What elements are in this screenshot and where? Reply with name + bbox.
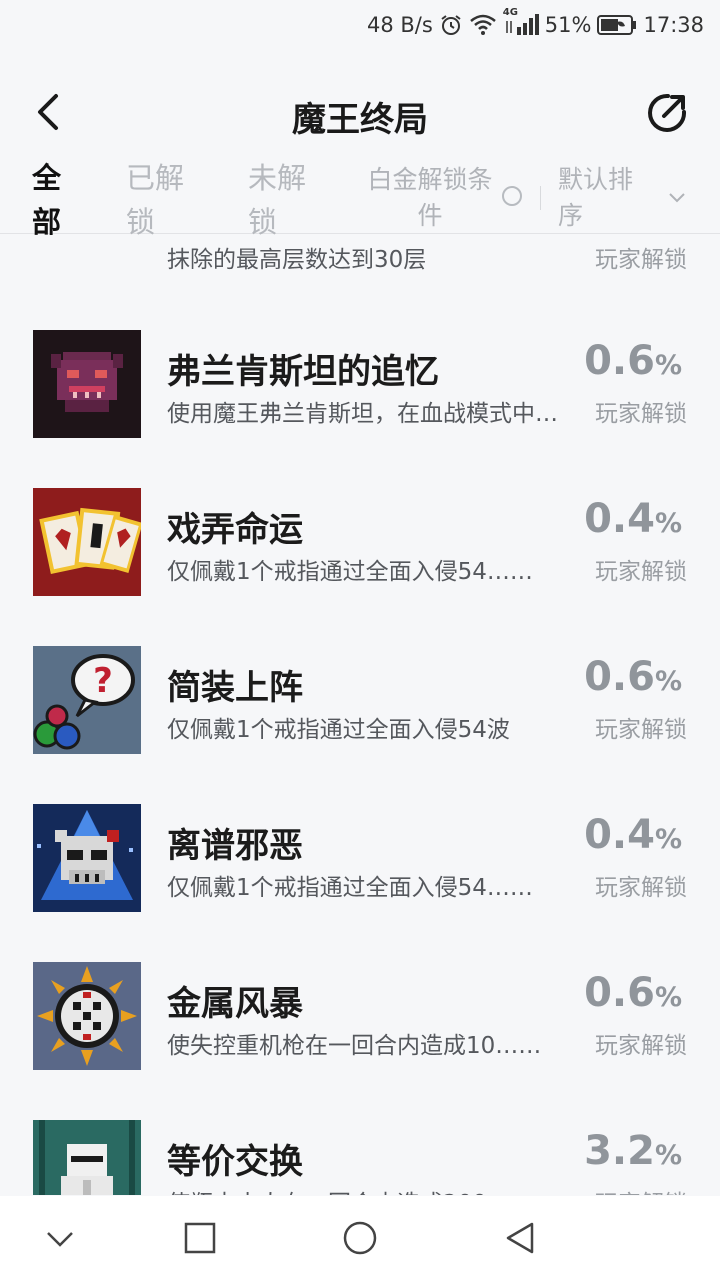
battery-icon xyxy=(597,15,637,35)
list-item[interactable]: 金属风暴 使失控重机枪在一回合内造成10…… 0.6% 玩家解锁 xyxy=(0,962,720,1120)
share-icon[interactable] xyxy=(646,92,688,134)
list-item[interactable]: 抹除的最高层数达到30层 玩家解锁 xyxy=(0,235,720,280)
network-speed: 48 B/s xyxy=(366,13,433,37)
recent-apps-icon[interactable] xyxy=(182,1220,218,1256)
app-header: 魔王终局 xyxy=(0,80,720,146)
signal-icon: 4G xyxy=(503,7,539,37)
cards-icon xyxy=(33,488,141,596)
unlock-percent: 0.4% xyxy=(584,496,682,542)
back-triangle-icon[interactable] xyxy=(502,1220,538,1256)
home-icon[interactable] xyxy=(342,1220,378,1256)
system-nav-bar xyxy=(0,1196,720,1280)
question-bubble-icon: ? xyxy=(33,646,141,754)
clock: 17:38 xyxy=(643,13,704,37)
platinum-filter-label[interactable]: 白金解锁条件 xyxy=(364,162,496,234)
achievement-description: 仅佩戴1个戒指通过全面入侵54…… xyxy=(167,875,533,901)
achievement-name: 等价交换 xyxy=(167,1142,303,1182)
sort-dropdown[interactable]: 默认排序 xyxy=(558,162,642,234)
achievement-name: 简装上阵 xyxy=(167,668,303,708)
ghost-figure-icon xyxy=(33,1120,141,1195)
list-item[interactable]: 戏弄命运 仅佩戴1个戒指通过全面入侵54…… 0.4% 玩家解锁 xyxy=(0,488,720,646)
divider xyxy=(540,186,541,210)
achievement-description: 使失控重机枪在一回合内造成10…… xyxy=(167,1033,542,1059)
unlock-percent: 0.6% xyxy=(584,654,682,700)
achievement-name: 金属风暴 xyxy=(167,984,303,1024)
svg-text:?: ? xyxy=(93,661,113,701)
unlock-label: 玩家解锁 xyxy=(595,875,687,901)
list-item[interactable]: 弗兰肯斯坦的追忆 使用魔王弗兰肯斯坦，在血战模式中…… 0.6% 玩家解锁 xyxy=(0,330,720,488)
unlock-percent: 0.4% xyxy=(584,812,682,858)
wifi-icon xyxy=(469,14,496,35)
achievement-description: 仅佩戴1个戒指通过全面入侵54…… xyxy=(167,559,533,585)
achievement-name: 离谱邪恶 xyxy=(167,826,303,866)
unlock-label: 玩家解锁 xyxy=(595,1033,687,1059)
achievement-description: 抹除的最高层数达到30层 xyxy=(167,247,427,273)
unlock-label: 玩家解锁 xyxy=(595,401,687,427)
unlock-label: 玩家解锁 xyxy=(595,717,687,743)
achievement-description: 使用魔王弗兰肯斯坦，在血战模式中…… xyxy=(167,401,562,427)
list-item[interactable]: 离谱邪恶 仅佩戴1个戒指通过全面入侵54…… 0.4% 玩家解锁 xyxy=(0,804,720,962)
achievement-description: 仅佩戴1个戒指通过全面入侵54波 xyxy=(167,717,510,743)
status-bar: 48 B/s 4G 51% 17:38 xyxy=(0,0,720,50)
tab-unlocked[interactable]: 已解锁 xyxy=(126,156,188,244)
unlock-label: 玩家解锁 xyxy=(595,247,687,273)
page-title: 魔王终局 xyxy=(292,100,428,140)
list-item[interactable]: 等价交换 使瓶中小人在一回合内造成200…… 3.2% 玩家解锁 xyxy=(0,1120,720,1195)
tab-locked[interactable]: 未解锁 xyxy=(248,156,310,244)
platinum-filter-toggle[interactable] xyxy=(502,186,522,206)
unlock-percent: 0.6% xyxy=(584,338,682,384)
unlock-label: 玩家解锁 xyxy=(595,559,687,585)
gear-sun-icon xyxy=(33,962,141,1070)
tab-all[interactable]: 全部 xyxy=(32,156,68,244)
chevron-down-icon[interactable] xyxy=(42,1220,78,1256)
list-item[interactable]: ? 简装上阵 仅佩戴1个戒指通过全面入侵54波 0.6% 玩家解锁 xyxy=(0,646,720,804)
achievement-name: 弗兰肯斯坦的追忆 xyxy=(167,352,439,392)
achievement-description: 使瓶中小人在一回合内造成200…… xyxy=(167,1184,562,1195)
skull-icon xyxy=(33,804,141,912)
filter-tabs: 全部 已解锁 未解锁 白金解锁条件 默认排序 xyxy=(0,150,720,239)
unlock-percent: 3.2% xyxy=(584,1128,682,1174)
alarm-icon xyxy=(441,15,461,35)
unlock-label: 玩家解锁 xyxy=(595,1184,687,1195)
battery-percent: 51% xyxy=(544,13,592,37)
demon-face-icon xyxy=(33,330,141,438)
unlock-percent: 0.6% xyxy=(584,970,682,1016)
achievement-name: 戏弄命运 xyxy=(167,510,303,550)
achievement-list: 抹除的最高层数达到30层 玩家解锁 弗兰肯斯坦的追忆 使用魔王弗兰肯斯坦，在血战… xyxy=(0,235,720,1195)
chevron-down-icon[interactable] xyxy=(668,188,686,206)
